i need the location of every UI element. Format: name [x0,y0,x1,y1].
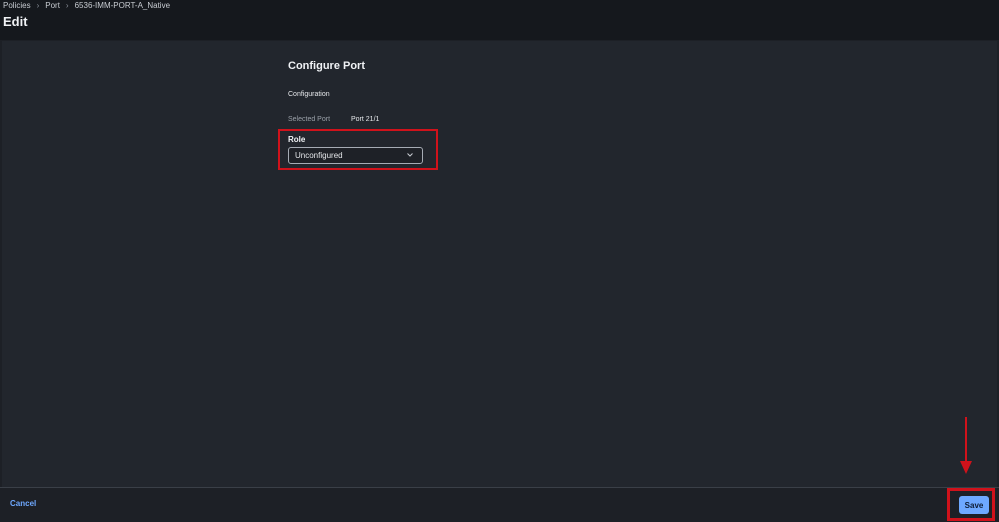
selected-port-value: Port 21/1 [351,116,380,123]
section-title: Configure Port [288,60,365,72]
role-select-value: Unconfigured [295,151,343,160]
chevron-right-icon: › [36,1,40,10]
breadcrumb-item-port[interactable]: Port [45,1,60,10]
role-label: Role [288,135,306,144]
breadcrumb-item-policy-name: 6536-IMM-PORT-A_Native [74,1,171,10]
subsection-title: Configuration [288,91,330,98]
chevron-right-icon: › [65,1,69,10]
page-title: Edit [3,14,28,29]
top-bar: Policies › Port › 6536-IMM-PORT-A_Native… [0,0,999,40]
breadcrumb-item-policies[interactable]: Policies [3,1,31,10]
configure-port-panel: Configure Port Configuration Selected Po… [2,41,997,487]
role-select[interactable]: Unconfigured [288,147,423,164]
chevron-down-icon [407,153,413,157]
selected-port-label: Selected Port [288,116,331,123]
cancel-button[interactable]: Cancel [10,499,36,508]
footer-bar: Cancel Save [0,487,999,522]
breadcrumb: Policies › Port › 6536-IMM-PORT-A_Native [3,1,170,10]
arrow-down-icon [960,417,972,474]
save-button[interactable]: Save [959,496,989,514]
